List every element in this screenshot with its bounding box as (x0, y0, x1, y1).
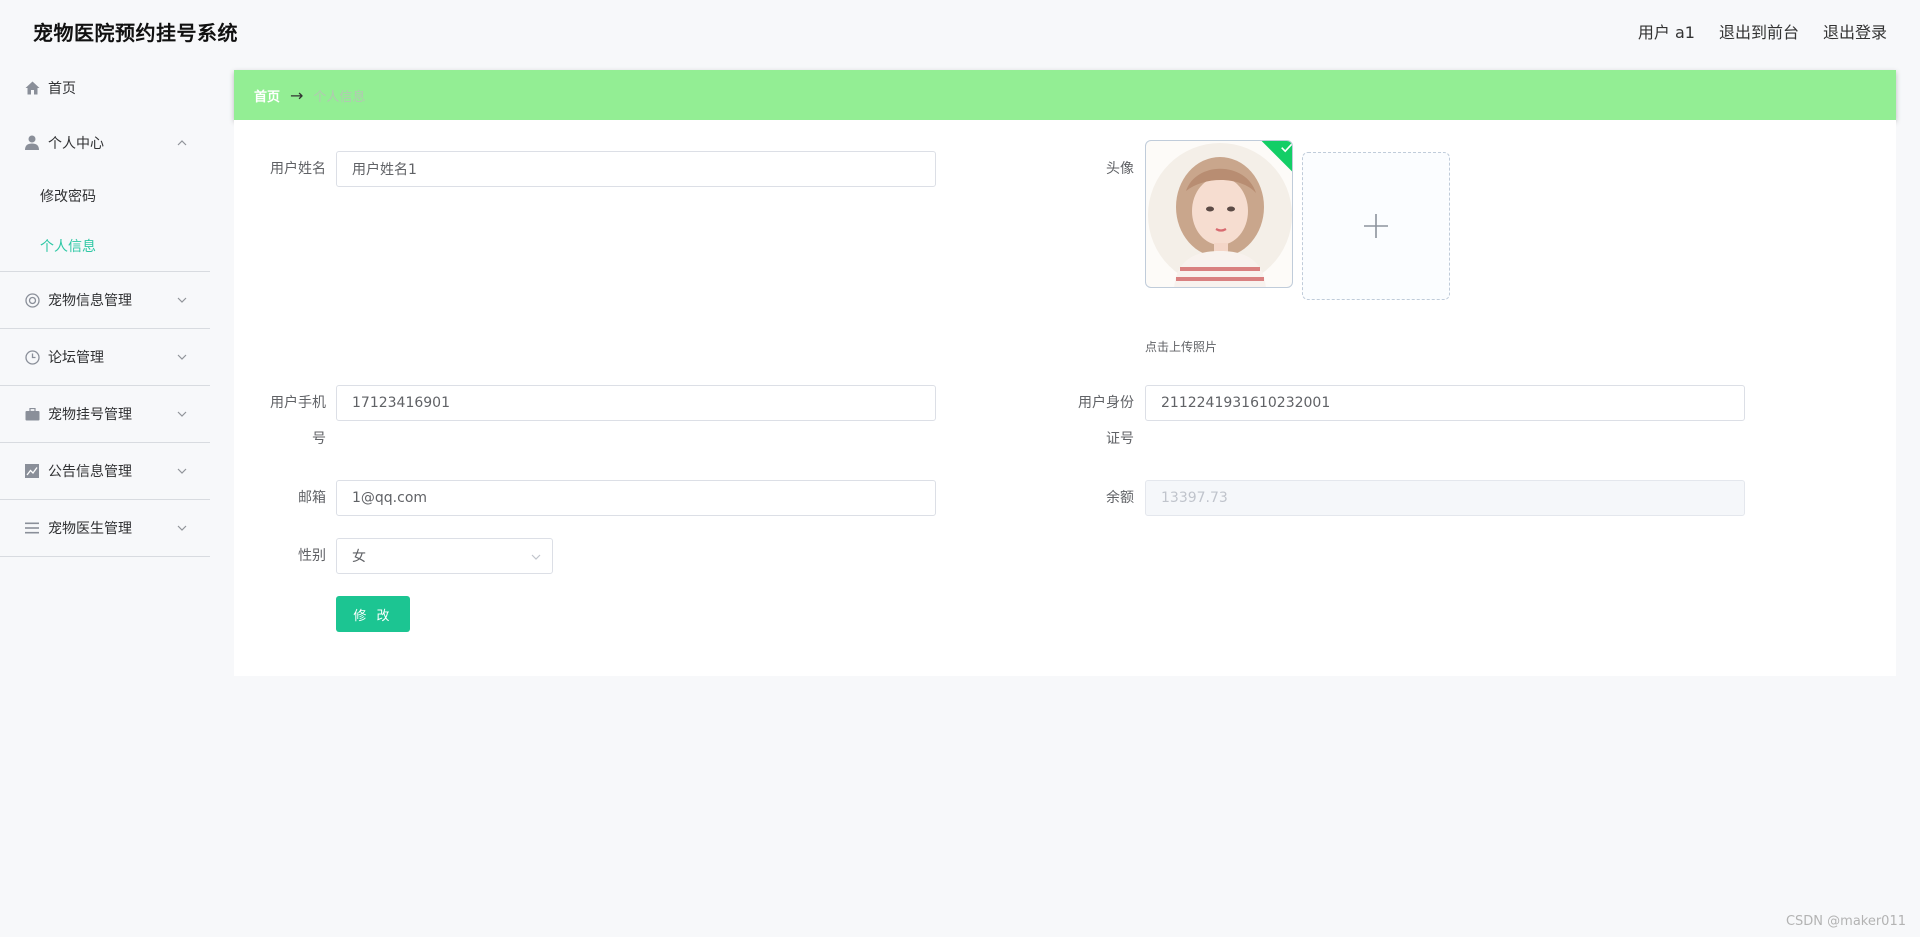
csdn-watermark: CSDN @maker011 (1785, 914, 1906, 929)
id-card-input[interactable]: 2112241931610232001 (1145, 385, 1745, 421)
breadcrumb: 首页 → 个人信息 (234, 70, 1896, 120)
phone-input[interactable]: 17123416901 (336, 385, 936, 421)
chevron-up-icon (177, 139, 187, 145)
sidebar-item-personal-center[interactable]: 个人中心 (0, 114, 210, 171)
avatar-image (1148, 143, 1292, 287)
sidebar-item-label: 个人中心 (48, 135, 104, 152)
submit-update-button[interactable]: 修 改 (336, 596, 410, 632)
current-user-label: 用户 a1 (1637, 23, 1695, 42)
breadcrumb-current: 个人信息 (313, 89, 366, 105)
header-actions: 用户 a1 退出到前台 退出登录 (1638, 19, 1887, 43)
upload-tip: 点击上传照片 (1145, 340, 1218, 354)
submenu-personal-center: 个人中心 修改密码 个人信息 (0, 114, 210, 272)
briefcase-icon (24, 406, 40, 422)
id-card-label-line2: 证号 (1106, 431, 1134, 447)
sidebar-item-label: 公告信息管理 (48, 464, 132, 480)
sidebar-item-label: 宠物医生管理 (48, 521, 132, 537)
home-icon (24, 80, 40, 96)
sidebar-subitem-change-password[interactable]: 修改密码 (0, 171, 210, 221)
sidebar-item-registration[interactable]: 宠物挂号管理 (0, 386, 210, 443)
id-card-label-line1: 用户身份 (1078, 395, 1134, 411)
sidebar-item-notice[interactable]: 公告信息管理 (0, 443, 210, 500)
breadcrumb-arrow-icon: → (290, 85, 304, 105)
chevron-down-icon (177, 354, 187, 360)
chart-icon (24, 463, 40, 479)
gender-select[interactable]: 女 (336, 538, 553, 574)
check-icon (1281, 143, 1292, 153)
email-input[interactable]: 1@qq.com (336, 480, 936, 516)
avatar-label: 头像 (1106, 161, 1134, 177)
avatar-upload-button[interactable] (1302, 152, 1450, 300)
clock-icon (24, 349, 40, 365)
sidebar-item-forum[interactable]: 论坛管理 (0, 329, 210, 386)
sidebar-item-home[interactable]: 首页 (0, 62, 210, 114)
breadcrumb-home-link[interactable]: 首页 (254, 86, 280, 105)
app-title: 宠物医院预约挂号系统 (33, 20, 238, 45)
chevron-down-icon (177, 411, 187, 417)
phone-label-line1: 用户手机 (270, 395, 326, 411)
sidebar-subitem-profile[interactable]: 个人信息 (0, 221, 210, 271)
phone-label-line2: 号 (312, 431, 326, 447)
name-label: 用户姓名 (270, 161, 326, 177)
email-label: 邮箱 (298, 490, 326, 506)
sidebar-item-doctor[interactable]: 宠物医生管理 (0, 500, 210, 557)
avatar-thumbnail[interactable] (1145, 140, 1293, 288)
chevron-down-icon (531, 554, 541, 560)
profile-form-card: 用户姓名 用户姓名1 头像 点击上传照片 用户手机 号 17123416901 … (234, 120, 1896, 676)
chevron-down-icon (177, 468, 187, 474)
sidebar-item-label: 宠物挂号管理 (48, 407, 132, 423)
balance-input: 13397.73 (1145, 480, 1745, 516)
phone-label: 用户手机 号 (234, 385, 326, 457)
gender-selected-value: 女 (352, 549, 366, 565)
name-input[interactable]: 用户姓名1 (336, 151, 936, 187)
sidebar-item-label: 宠物信息管理 (48, 293, 132, 309)
top-header: 宠物医院预约挂号系统 用户 a1 退出到前台 退出登录 (0, 0, 1920, 62)
menu-lines-icon (24, 520, 40, 536)
sidebar-item-label: 首页 (48, 81, 76, 97)
sidebar-menu: 首页 个人中心 修改密码 个人信息 宠物信息管理 论坛管理 宠物挂号管理 公告信… (0, 62, 210, 937)
sidebar-item-label: 论坛管理 (48, 350, 104, 366)
logout-link[interactable]: 退出登录 (1823, 19, 1887, 43)
sidebar-item-pet-info[interactable]: 宠物信息管理 (0, 272, 210, 329)
lifebuoy-icon (24, 292, 40, 308)
exit-to-front-link[interactable]: 退出到前台 (1719, 19, 1799, 43)
plus-icon (1364, 214, 1388, 238)
balance-label: 余额 (1106, 490, 1134, 506)
gender-label: 性别 (298, 548, 326, 564)
chevron-down-icon (177, 297, 187, 303)
id-card-label: 用户身份 证号 (1042, 385, 1134, 457)
chevron-down-icon (177, 525, 187, 531)
user-icon (24, 135, 40, 151)
